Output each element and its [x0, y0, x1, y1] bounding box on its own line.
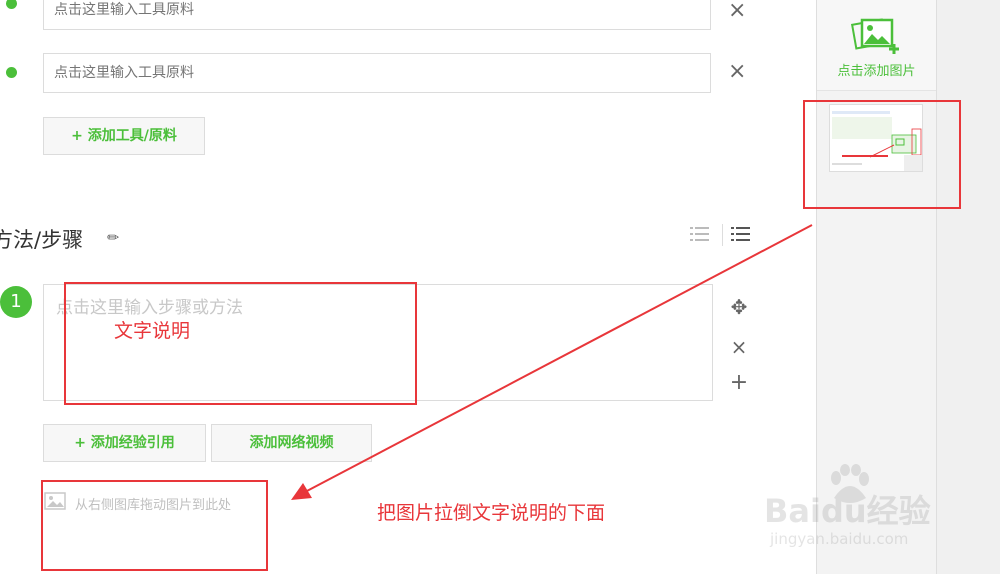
annotation-instruction: 把图片拉倒文字说明的下面: [377, 502, 606, 524]
annotation-box-text: [64, 282, 417, 405]
unordered-list-icon[interactable]: [731, 224, 751, 244]
baidu-watermark: Baidu经验 jingyan.baidu.com: [764, 462, 1000, 552]
add-image-label: 点击添加图片: [837, 64, 916, 79]
tool-input[interactable]: [43, 53, 711, 93]
tool-row: ×: [0, 0, 760, 32]
add-step-button[interactable]: +: [728, 372, 750, 394]
step-number-badge: 1: [0, 286, 32, 318]
move-icon[interactable]: ✥: [728, 296, 750, 318]
remove-step-button[interactable]: ×: [728, 336, 750, 358]
remove-tool-button[interactable]: ×: [728, 59, 746, 85]
annotation-box-drop: [41, 480, 268, 571]
remove-tool-button[interactable]: ×: [728, 0, 746, 24]
add-image-panel[interactable]: 点击添加图片: [817, 0, 936, 91]
section-title: 方法/步骤: [0, 228, 84, 252]
ordered-list-icon[interactable]: [690, 224, 710, 244]
add-reference-button[interactable]: + 添加经验引用: [43, 424, 206, 462]
tool-input[interactable]: [43, 0, 711, 30]
divider: [722, 224, 723, 246]
editor-main: × × + 添加工具/原料 方法/步骤 ✎ 1 点击这里输入步骤或方法 ✥ × …: [0, 0, 815, 574]
annotation-box-thumbnail: [803, 100, 961, 209]
add-image-icon: [850, 18, 899, 54]
watermark-brand: Baidu经验: [764, 492, 931, 530]
bullet-dot: [6, 67, 17, 78]
bullet-dot: [6, 0, 17, 9]
watermark-url: jingyan.baidu.com: [770, 530, 909, 548]
pencil-icon[interactable]: ✎: [104, 228, 124, 248]
add-tool-button[interactable]: + 添加工具/原料: [43, 117, 205, 155]
annotation-text-note: 文字说明: [114, 320, 191, 342]
add-video-button[interactable]: 添加网络视频: [211, 424, 372, 462]
tool-row: ×: [0, 53, 760, 95]
